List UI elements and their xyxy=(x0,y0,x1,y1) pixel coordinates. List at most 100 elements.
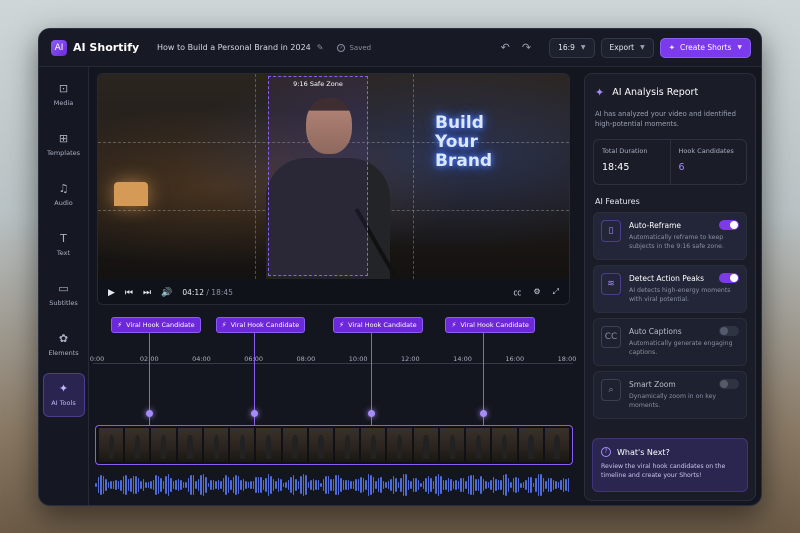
feature-toggle[interactable] xyxy=(719,220,739,230)
waveform-bar xyxy=(255,477,257,493)
video-player[interactable]: Build Your Brand 9:16 Safe Zone ▶ ⏮ ⏭ 🔊 04… xyxy=(97,73,570,305)
audio-waveform[interactable] xyxy=(95,473,573,497)
viral-hook-tag[interactable]: ⚡ Viral Hook Candidate xyxy=(111,317,201,333)
filmstrip-thumbnail xyxy=(466,428,491,462)
waveform-bar xyxy=(495,478,497,492)
viral-hook-tag[interactable]: ⚡ Viral Hook Candidate xyxy=(445,317,535,333)
waveform-bar xyxy=(240,479,242,491)
waveform-bar xyxy=(292,474,294,496)
fullscreen-icon[interactable]: ⤢ xyxy=(553,287,559,298)
sidebar-item-text[interactable]: T Text xyxy=(43,223,85,267)
edit-title-icon[interactable]: ✎ xyxy=(317,43,324,52)
hook-label: Viral Hook Candidate xyxy=(348,321,417,329)
waveform-bar xyxy=(435,475,437,495)
feature-auto-captions[interactable]: CC Auto Captions Automatically generate en… xyxy=(593,318,747,366)
waveform-bar xyxy=(262,480,264,490)
waveform-bar xyxy=(145,482,147,488)
feature-body: Smart Zoom Dynamically zoom in on key mom… xyxy=(629,379,739,411)
captions-icon[interactable]: ㏄ xyxy=(513,287,521,298)
waveform-bar xyxy=(342,479,344,491)
waveform-bar xyxy=(275,481,277,489)
app-logo[interactable]: AI AI Shortify xyxy=(51,39,143,56)
sidebar-item-ai-tools[interactable]: ✦ AI Tools xyxy=(42,373,85,417)
filmstrip-thumbnail xyxy=(308,428,333,462)
viral-hook-tag[interactable]: ⚡ Viral Hook Candidate xyxy=(215,317,306,333)
feature-toggle[interactable] xyxy=(719,273,739,283)
video-track[interactable] xyxy=(95,425,573,465)
hook-marker-dot[interactable] xyxy=(250,410,258,417)
hook-marker-dot[interactable] xyxy=(480,410,488,417)
waveform-bar xyxy=(330,479,332,491)
reframe-icon: ▯ xyxy=(601,220,621,242)
timeline[interactable]: 0:0002:0004:0006:0008:0010:0012:0014:001… xyxy=(89,317,579,505)
waveform-bar xyxy=(102,475,104,495)
waveform-bar xyxy=(485,481,487,489)
waveform-bar xyxy=(132,476,134,494)
waveform-bar xyxy=(220,481,222,489)
feature-auto-reframe[interactable]: ▯ Auto-Reframe Automatically reframe to ke… xyxy=(593,212,747,260)
ai-analysis-panel: ✦ AI Analysis Report AI has analyzed your… xyxy=(584,73,756,501)
waveform-bar xyxy=(490,480,492,490)
waveform-bar xyxy=(315,479,317,491)
undo-icon[interactable]: ↶ xyxy=(501,41,510,54)
export-button[interactable]: Export ▼ xyxy=(600,37,654,58)
project-title[interactable]: How to Build a Personal Brand in 2024 xyxy=(157,43,311,52)
waveform-bar xyxy=(190,475,192,495)
waveform-bar xyxy=(182,482,184,488)
create-shorts-button[interactable]: ✦ Create Shorts ▼ xyxy=(659,37,751,58)
waveform-bar xyxy=(187,478,189,492)
redo-icon[interactable]: ↷ xyxy=(522,41,531,54)
waveform-bar xyxy=(175,480,177,490)
waveform-bar xyxy=(425,478,427,492)
volume-icon[interactable]: 🔊 xyxy=(161,288,172,298)
settings-gear-icon[interactable]: ⚙ xyxy=(533,287,540,298)
waveform-bar xyxy=(532,482,534,488)
waveform-bar xyxy=(362,478,364,492)
waveform-bar xyxy=(185,482,187,488)
ruler-tick: 18:00 xyxy=(557,355,577,363)
play-icon[interactable]: ▶ xyxy=(108,288,115,298)
waveform-bar xyxy=(257,477,259,493)
sidebar-item-elements[interactable]: ✿ Elements xyxy=(43,323,85,367)
total-duration-stat: Total Duration 18:45 xyxy=(594,140,670,184)
waveform-bar xyxy=(137,478,139,492)
waveform-bar xyxy=(227,477,229,493)
safe-zone-overlay[interactable]: 9:16 Safe Zone xyxy=(268,76,368,276)
create-shorts-label: Create Shorts xyxy=(680,43,732,52)
waveform-bar xyxy=(427,476,429,494)
waveform-bar xyxy=(225,475,227,495)
aspect-ratio-select[interactable]: 16:9 ▼ xyxy=(549,37,595,58)
top-bar: AI AI Shortify How to Build a Personal B… xyxy=(39,29,761,67)
waveform-bar xyxy=(465,480,467,490)
check-icon: ✓ xyxy=(337,43,346,52)
neon-line: Build Your Brand xyxy=(435,114,492,171)
waveform-bar xyxy=(207,482,209,488)
feature-detect-action-peaks[interactable]: ≋ Detect Action Peaks AI detects high-ener… xyxy=(593,265,747,313)
filmstrip-thumbnail xyxy=(99,428,124,462)
feature-smart-zoom[interactable]: ⌕ Smart Zoom Dynamically zoom in on key mo… xyxy=(593,371,747,419)
hook-marker-dot[interactable] xyxy=(146,410,154,417)
feature-toggle[interactable] xyxy=(719,326,739,336)
chevron-down-icon: ▼ xyxy=(737,44,742,51)
waveform-bar xyxy=(437,474,439,496)
skip-forward-icon[interactable]: ⏭ xyxy=(143,288,151,298)
filmstrip-thumbnail xyxy=(203,428,229,462)
skip-back-icon[interactable]: ⏮ xyxy=(125,288,133,298)
filmstrip-thumbnail xyxy=(125,428,150,462)
sidebar-item-label: Audio xyxy=(54,199,73,207)
hook-marker-dot[interactable] xyxy=(368,410,376,417)
waveform-bar xyxy=(337,474,339,496)
waveform-bar xyxy=(535,477,537,493)
sidebar-item-templates[interactable]: ⊞ Templates xyxy=(43,123,85,167)
waveform-bar xyxy=(297,481,299,489)
video-frame: Build Your Brand 9:16 Safe Zone xyxy=(98,74,569,288)
feature-toggle[interactable] xyxy=(719,379,739,389)
sidebar-item-subtitles[interactable]: ▭ Subtitles xyxy=(43,273,85,317)
waveform-bar xyxy=(462,477,464,493)
feature-description: Dynamically zoom in on key moments. xyxy=(629,393,717,409)
sidebar-item-audio[interactable]: ♫ Audio xyxy=(43,173,85,217)
viral-hook-tag[interactable]: ⚡ Viral Hook Candidate xyxy=(333,317,423,333)
sidebar-item-media[interactable]: ⊡ Media xyxy=(43,73,85,117)
question-icon: ? xyxy=(601,447,611,457)
ruler-tick: 14:00 xyxy=(453,355,472,363)
